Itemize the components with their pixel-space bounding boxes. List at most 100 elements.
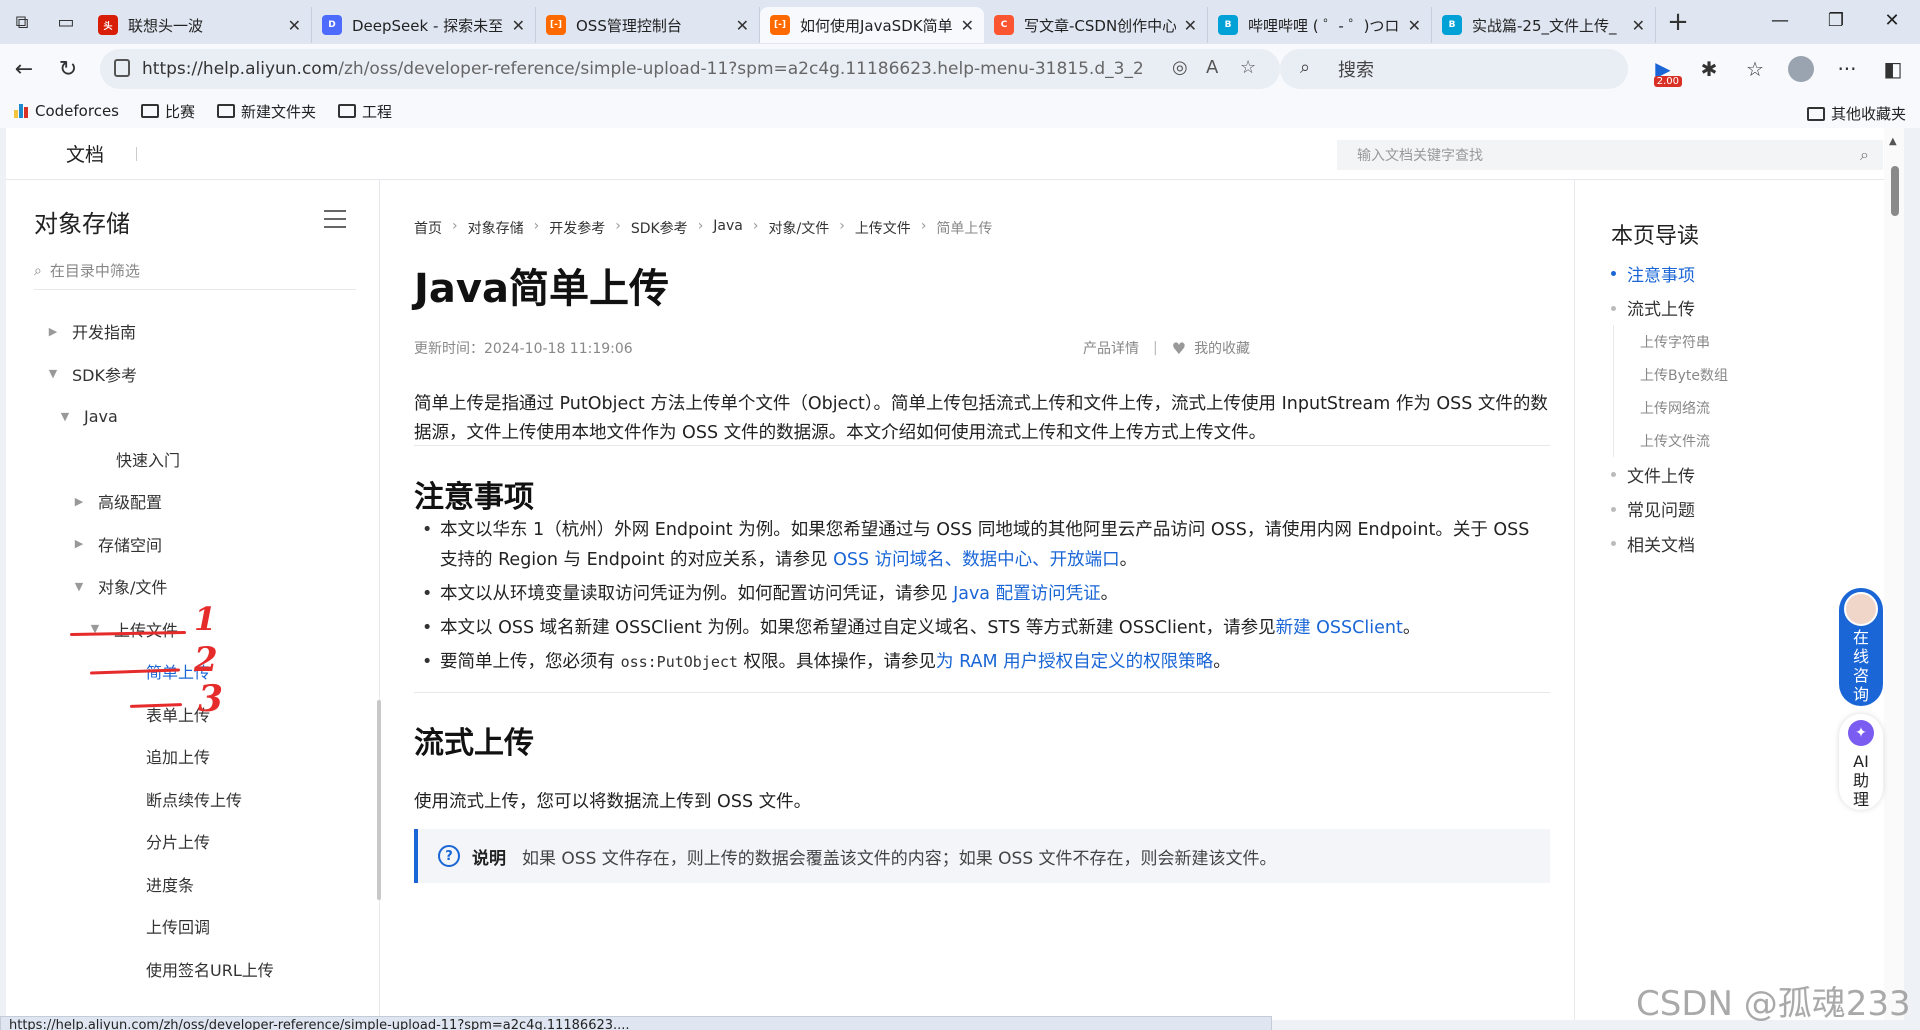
new-tab-button[interactable]: + [1656,7,1700,37]
sidebar-item[interactable]: 上传回调 [6,905,378,948]
extension-icon[interactable]: ▶ 2.00 [1640,49,1686,89]
scroll-up-icon[interactable]: ▲ [1889,136,1897,147]
ai-assistant-button[interactable]: ✦ AI 助理 [1839,714,1883,810]
toc-item[interactable]: 上传网络流 [1613,391,1871,424]
page-scrollbar[interactable]: ▲ [1884,128,1904,1020]
extensions-puzzle-icon[interactable]: ✱ [1686,49,1732,89]
breadcrumb-item[interactable]: Java [713,218,743,238]
doc-link[interactable]: 新建 OSSClient [1276,618,1403,638]
scrollbar-thumb[interactable] [1891,166,1899,216]
browser-tab[interactable]: [-] OSS管理控制台 ✕ [536,7,760,43]
bookmark-folder-project[interactable]: 工程 [338,101,392,122]
toc-item[interactable]: 相关文档 [1611,526,1871,561]
sidebar-item[interactable]: 追加上传 [6,735,378,778]
breadcrumb-item[interactable]: 上传文件 [855,218,911,238]
tab-actions-icon[interactable]: ▭ [44,0,88,44]
browser-tab[interactable]: D DeepSeek - 探索未至 ✕ [312,7,536,43]
toc-item[interactable]: 文件上传 [1611,457,1871,492]
toc-item[interactable]: 注意事项 [1611,256,1871,291]
doc-link[interactable]: Java 配置访问凭证 [953,584,1101,604]
note-box: ? 说明 如果 OSS 文件存在，则上传的数据会覆盖该文件的内容；如果 OSS … [414,829,1550,883]
sidebar-item[interactable]: 断点续传上传 [6,778,378,821]
doc-search-input[interactable]: 输入文档关键字查找 ⌕ [1337,140,1883,170]
sidebar-item[interactable]: 表单上传 [6,693,378,736]
sidebar-item[interactable]: 快速入门 [6,438,378,481]
notes-list: 本文以华东 1（杭州）外网 Endpoint 为例。如果您希望通过与 OSS 同… [414,515,1550,681]
breadcrumb-item[interactable]: 开发参考 [549,218,605,238]
sidebar-item[interactable]: ▶ 高级配置 [6,480,378,523]
sidebar-item[interactable]: 简单上传 [6,650,378,693]
sidebar-item[interactable]: ▼ 对象/文件 [6,565,378,608]
browser-tab[interactable]: 头联想头一波 ✕ [88,7,312,43]
tab-close-icon[interactable]: ✕ [1408,16,1421,35]
caret-down-icon[interactable]: ▼ [58,410,72,423]
sidebar-item[interactable]: ▶ 开发指南 [6,310,378,353]
sidebar-item[interactable]: 分片上传 [6,820,378,863]
breadcrumb-item[interactable]: 对象/文件 [768,218,829,238]
restore-icon[interactable]: ❐ [1808,0,1864,40]
divider: | [1153,340,1158,356]
browser-search-field[interactable]: ⌕ 搜索 [1280,49,1628,89]
sidebar-item[interactable]: ▶ 存储空间 [6,523,378,566]
browser-tab[interactable]: B 实战篇-25_文件上传_ ✕ [1432,7,1656,43]
tab-close-icon[interactable]: ✕ [736,16,749,35]
sidebar-item[interactable]: 进度条 [6,863,378,906]
doc-link[interactable]: 为 RAM 用户授权自定义的权限策略 [936,652,1213,672]
url-field[interactable]: https://help.aliyun.com/zh/oss/developer… [100,49,1280,89]
close-window-icon[interactable]: ✕ [1864,0,1920,40]
caret-right-icon[interactable]: ▶ [46,325,60,338]
sidebar-item[interactable]: 使用签名URL上传 [6,948,378,991]
browser-tab[interactable]: [-] 如何使用JavaSDK简单 ✕ [760,7,984,43]
toc-item[interactable]: 常见问题 [1611,492,1871,527]
sidebar-filter-input[interactable]: ⌕ 在目录中筛选 [34,252,356,290]
bookmark-codeforces[interactable]: Codeforces [14,102,119,120]
menu-icon[interactable] [324,210,346,234]
caret-down-icon[interactable]: ▼ [46,367,60,380]
bookmark-folder-new[interactable]: 新建文件夹 [217,101,316,122]
caret-down-icon[interactable]: ▼ [72,580,86,593]
tab-close-icon[interactable]: ✕ [961,16,974,35]
toc-item[interactable]: 上传字符串 [1613,325,1871,358]
minimize-icon[interactable]: — [1752,0,1808,40]
bullet-text: 要简单上传，您必须有 [440,652,621,672]
sidebar-item[interactable]: ▼ SDK参考 [6,353,378,396]
site-info-icon[interactable] [114,59,130,77]
browser-search-placeholder: 搜索 [1338,60,1374,81]
tab-close-icon[interactable]: ✕ [288,16,301,35]
browser-tab[interactable]: C 写文章-CSDN创作中心 ✕ [984,7,1208,43]
sidebar-filter-placeholder: 在目录中筛选 [49,262,140,280]
toc-item[interactable]: 上传文件流 [1613,424,1871,457]
browser-tab[interactable]: B 哔哩哔哩 ( ゜- ゜)つロ ✕ [1208,7,1432,43]
workspaces-icon[interactable]: ⧉ [0,0,44,44]
breadcrumb-item[interactable]: 对象存储 [468,218,524,238]
other-bookmarks[interactable]: 其他收藏夹 [1806,103,1906,124]
favorite-star-icon[interactable]: ☆ [1240,57,1256,78]
breadcrumb-item[interactable]: SDK参考 [631,218,688,238]
favorite-link[interactable]: 我的收藏 [1194,338,1250,358]
translate-icon[interactable]: ◎ [1172,57,1188,78]
favorites-icon[interactable]: ☆ [1732,49,1778,89]
toc-item[interactable]: 上传Byte数组 [1613,358,1871,391]
breadcrumb-item[interactable]: 首页 [414,218,442,238]
sidebar-item[interactable]: ▼ Java [6,395,378,438]
product-detail-link[interactable]: 产品详情 [1083,338,1139,358]
more-icon[interactable]: ··· [1824,49,1870,89]
caret-right-icon[interactable]: ▶ [72,537,86,550]
toc-item[interactable]: 流式上传 [1611,291,1871,326]
tab-close-icon[interactable]: ✕ [512,16,525,35]
doc-link[interactable]: OSS 访问域名、数据中心、开放端口 [833,550,1120,570]
read-aloud-icon[interactable]: A [1206,57,1218,78]
refresh-icon[interactable]: ↻ [46,47,90,91]
bookmark-folder-contest[interactable]: 比赛 [141,101,195,122]
tab-close-icon[interactable]: ✕ [1632,16,1645,35]
heart-icon[interactable]: ♥ [1172,339,1186,358]
sidebar-item[interactable]: ▼ 上传文件 [6,608,378,651]
nav-docs-link[interactable]: 文档 [66,140,104,167]
tab-close-icon[interactable]: ✕ [1184,16,1197,35]
back-icon[interactable]: ← [2,47,46,91]
online-consult-button[interactable]: 在线咨询 [1839,588,1883,706]
search-icon[interactable]: ⌕ [1860,145,1869,165]
sidebar-toggle-icon[interactable]: ◧ [1870,49,1916,89]
caret-right-icon[interactable]: ▶ [72,495,86,508]
profile-icon[interactable] [1778,49,1824,89]
